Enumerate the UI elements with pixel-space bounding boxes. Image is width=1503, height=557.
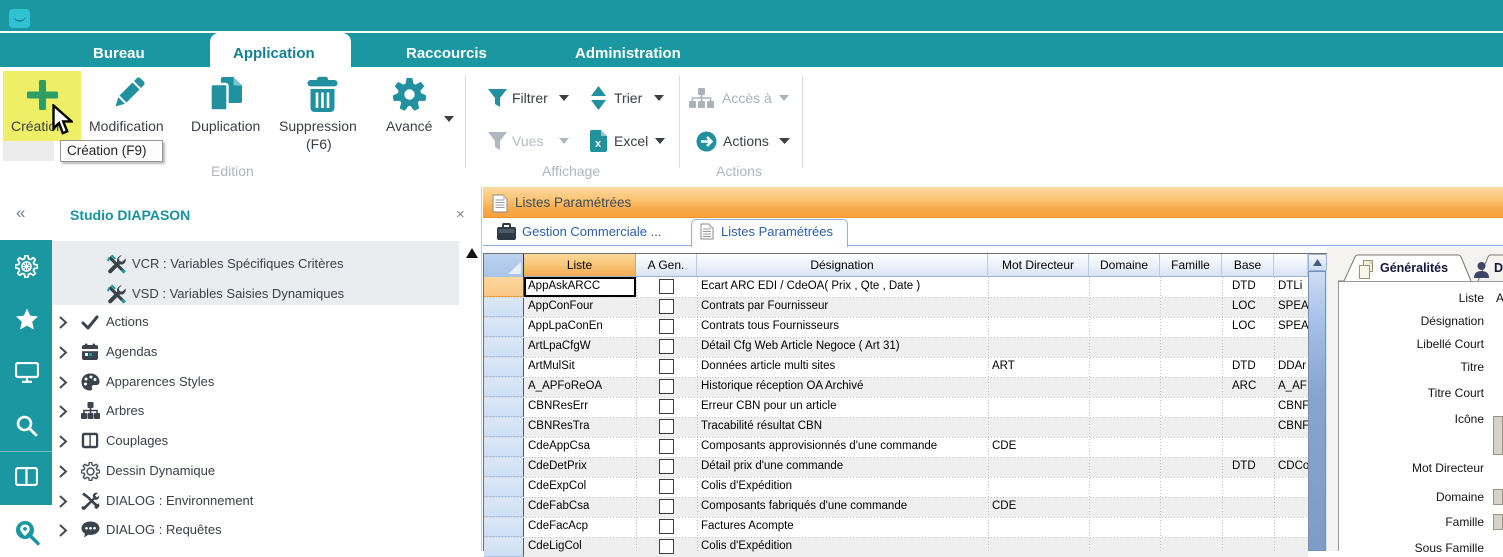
svg-text:x: x <box>595 138 602 150</box>
